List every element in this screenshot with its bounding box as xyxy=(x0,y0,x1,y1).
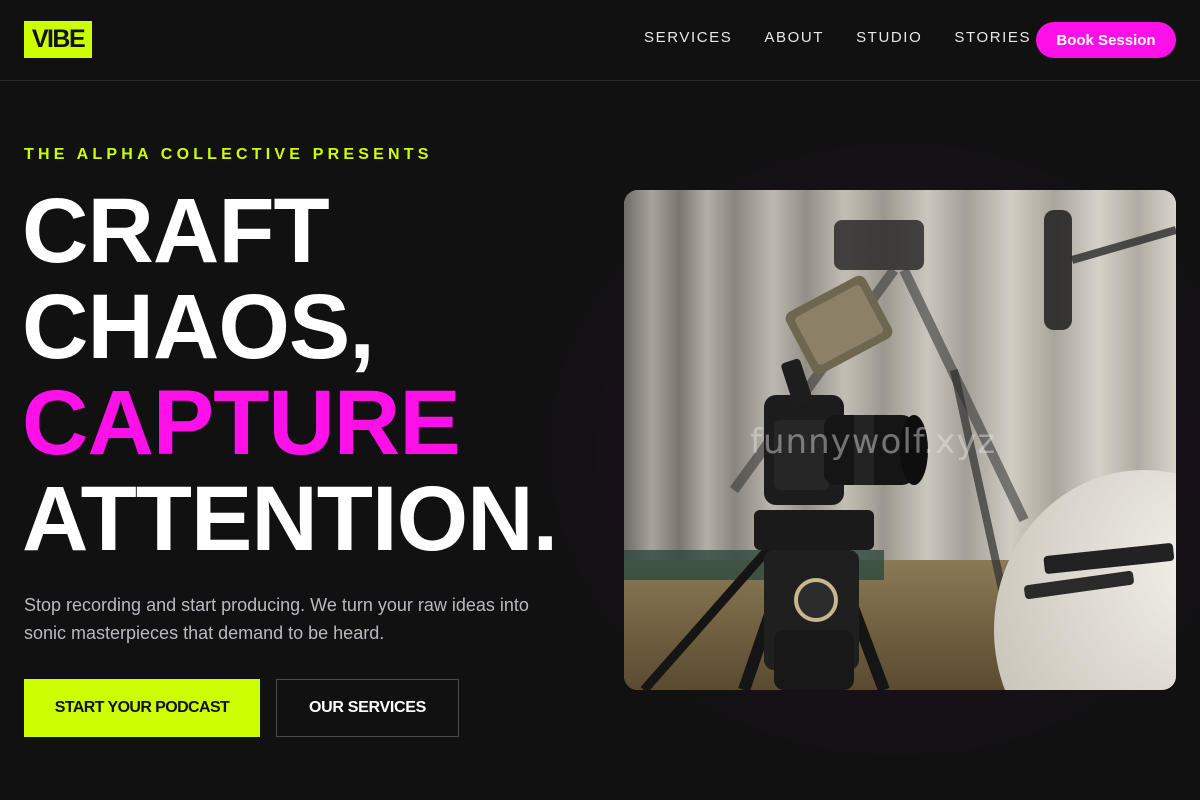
landing-page: VIBE SERVICES ABOUT STUDIO STORIES Book … xyxy=(0,0,1200,800)
hero-eyebrow: THE ALPHA COLLECTIVE PRESENTS xyxy=(24,146,433,163)
nav-link-about[interactable]: ABOUT xyxy=(764,28,824,48)
site-header: VIBE SERVICES ABOUT STUDIO STORIES Book … xyxy=(0,0,1200,81)
image-watermark: funnywolf.xyz xyxy=(750,422,997,462)
headline-line-1: CRAFT xyxy=(22,180,330,282)
headline-line-2: CHAOS, xyxy=(22,276,375,378)
main-nav: SERVICES ABOUT STUDIO STORIES xyxy=(644,28,1063,48)
hero-headline: CRAFT CHAOS, CAPTURE ATTENTION. xyxy=(22,183,662,567)
nav-link-studio[interactable]: STUDIO xyxy=(856,28,922,48)
headline-line-3-accent: CAPTURE xyxy=(22,372,461,474)
headline-line-4: ATTENTION. xyxy=(22,468,558,570)
our-services-button[interactable]: OUR SERVICES xyxy=(276,679,459,737)
nav-link-services[interactable]: SERVICES xyxy=(644,28,732,48)
vibe-logo[interactable]: VIBE xyxy=(24,21,92,58)
nav-link-stories[interactable]: STORIES xyxy=(954,28,1031,48)
studio-camera-photo: funnywolf.xyz xyxy=(624,190,1176,690)
hero-subtext: Stop recording and start producing. We t… xyxy=(24,595,529,643)
start-podcast-button[interactable]: START YOUR PODCAST xyxy=(24,679,260,737)
book-session-button[interactable]: Book Session xyxy=(1036,22,1176,58)
